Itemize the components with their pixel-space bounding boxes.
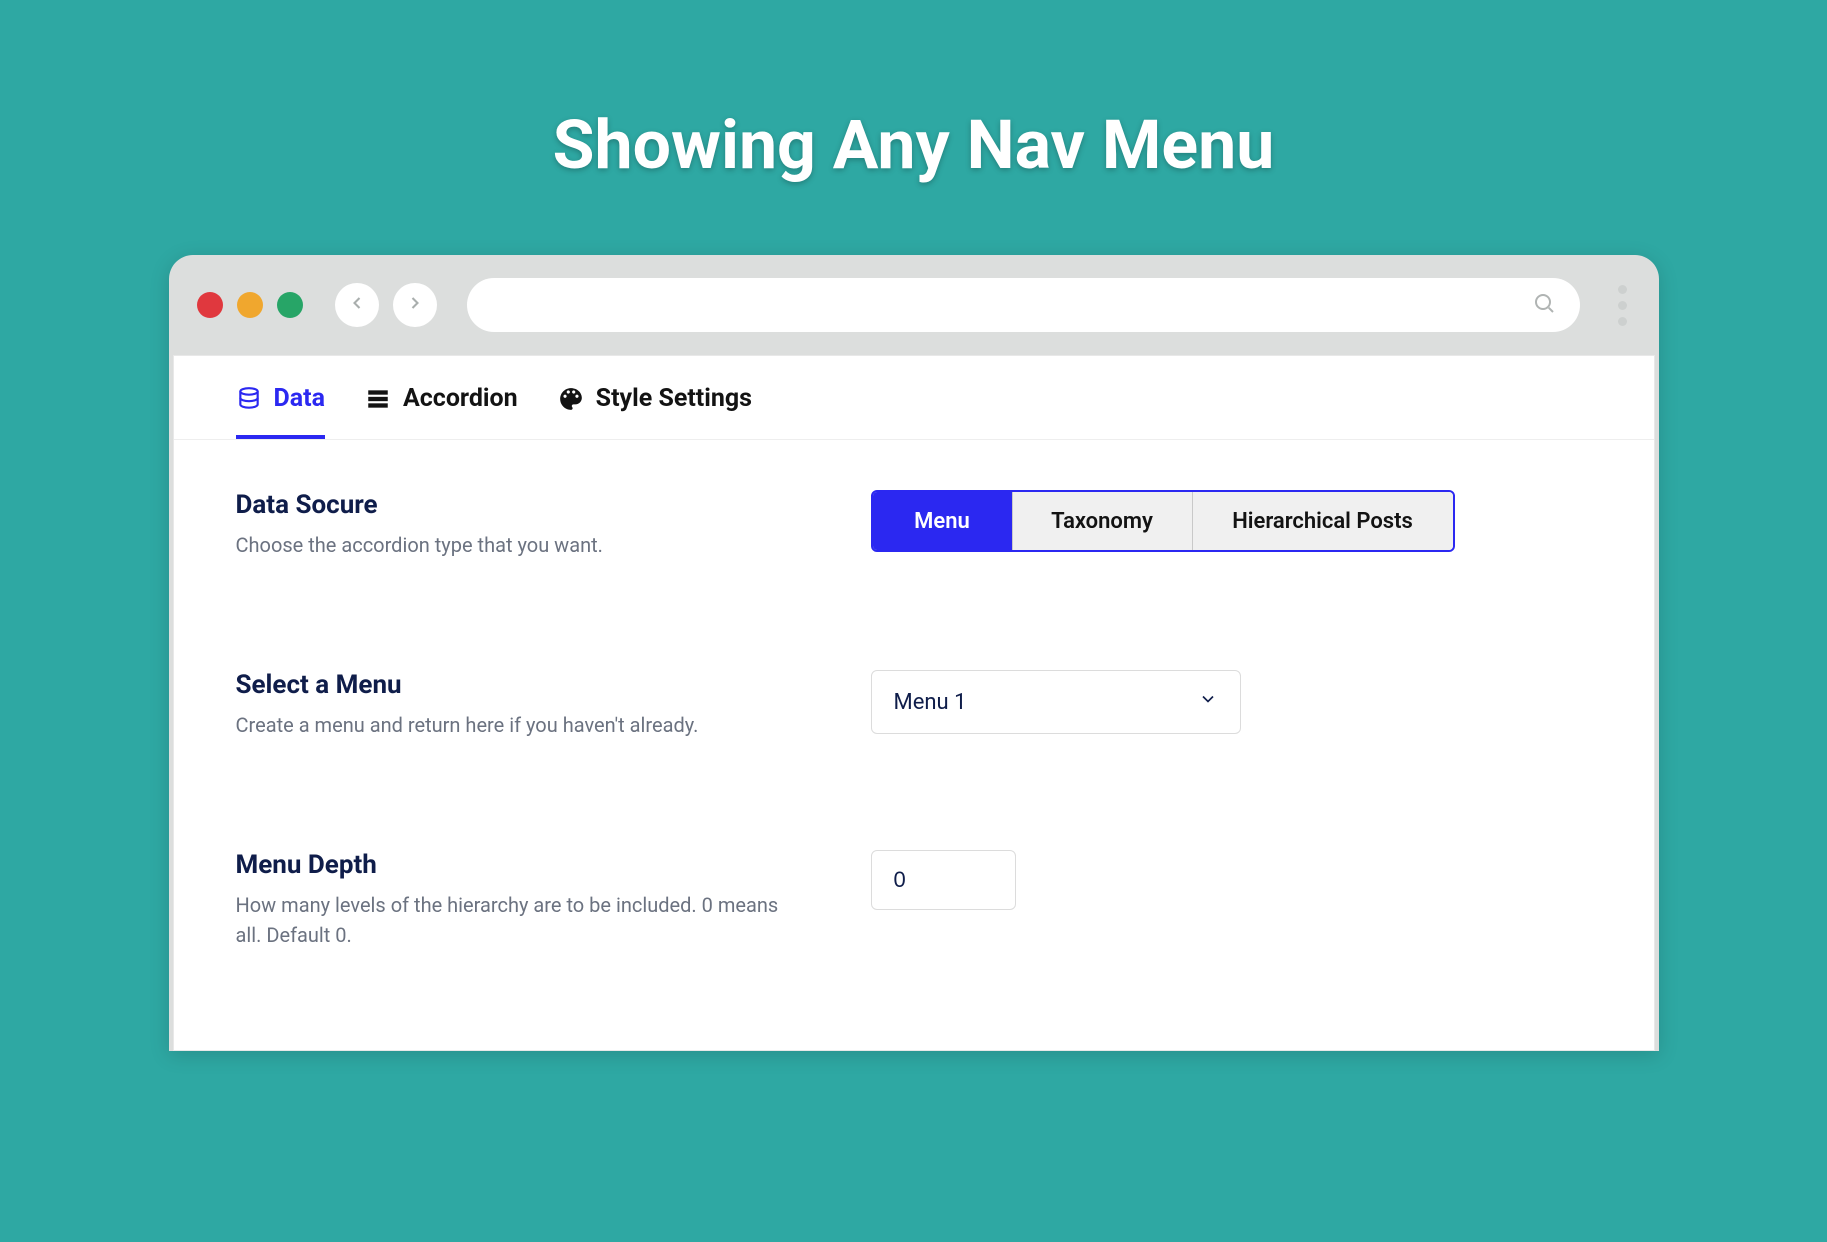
- tab-data[interactable]: Data: [236, 384, 325, 439]
- setting-menu-depth: Menu Depth How many levels of the hierar…: [236, 850, 1592, 950]
- segment-menu[interactable]: Menu: [873, 492, 1013, 550]
- browser-window: Data Accordion Style Set: [169, 255, 1659, 1051]
- segment-hierarchical-posts[interactable]: Hierarchical Posts: [1193, 492, 1453, 550]
- setting-select-menu: Select a Menu Create a menu and return h…: [236, 670, 1592, 740]
- page-title: Showing Any Nav Menu: [0, 0, 1827, 185]
- segment-taxonomy[interactable]: Taxonomy: [1013, 492, 1193, 550]
- address-bar[interactable]: [467, 278, 1580, 332]
- forward-button[interactable]: [393, 283, 437, 327]
- database-icon: [236, 386, 262, 412]
- chevron-down-icon: [1198, 689, 1218, 715]
- setting-desc: Choose the accordion type that you want.: [236, 530, 806, 560]
- tab-accordion[interactable]: Accordion: [365, 384, 518, 439]
- browser-chrome: [169, 255, 1659, 355]
- data-source-segmented: Menu Taxonomy Hierarchical Posts: [871, 490, 1455, 552]
- menu-select[interactable]: Menu 1: [871, 670, 1241, 734]
- back-button[interactable]: [335, 283, 379, 327]
- tabs: Data Accordion Style Set: [174, 356, 1654, 440]
- settings-body: Data Socure Choose the accordion type th…: [174, 440, 1654, 1050]
- setting-desc: Create a menu and return here if you hav…: [236, 710, 806, 740]
- tab-label: Accordion: [403, 384, 518, 413]
- setting-title: Select a Menu: [236, 670, 871, 700]
- arrow-left-icon: [347, 293, 367, 317]
- tab-label: Style Settings: [596, 384, 752, 413]
- accordion-icon: [365, 386, 391, 412]
- menu-depth-input[interactable]: [871, 850, 1016, 910]
- tab-style-settings[interactable]: Style Settings: [558, 384, 752, 439]
- setting-data-source: Data Socure Choose the accordion type th…: [236, 490, 1592, 560]
- close-window-button[interactable]: [197, 292, 223, 318]
- search-icon: [1532, 291, 1556, 319]
- select-value: Menu 1: [894, 690, 967, 715]
- more-options-button[interactable]: [1614, 281, 1631, 330]
- traffic-lights: [197, 292, 303, 318]
- setting-desc: How many levels of the hierarchy are to …: [236, 890, 806, 950]
- arrow-right-icon: [405, 293, 425, 317]
- setting-title: Menu Depth: [236, 850, 871, 880]
- maximize-window-button[interactable]: [277, 292, 303, 318]
- minimize-window-button[interactable]: [237, 292, 263, 318]
- setting-title: Data Socure: [236, 490, 871, 520]
- tab-label: Data: [274, 384, 325, 413]
- palette-icon: [558, 386, 584, 412]
- content-area: Data Accordion Style Set: [173, 355, 1655, 1051]
